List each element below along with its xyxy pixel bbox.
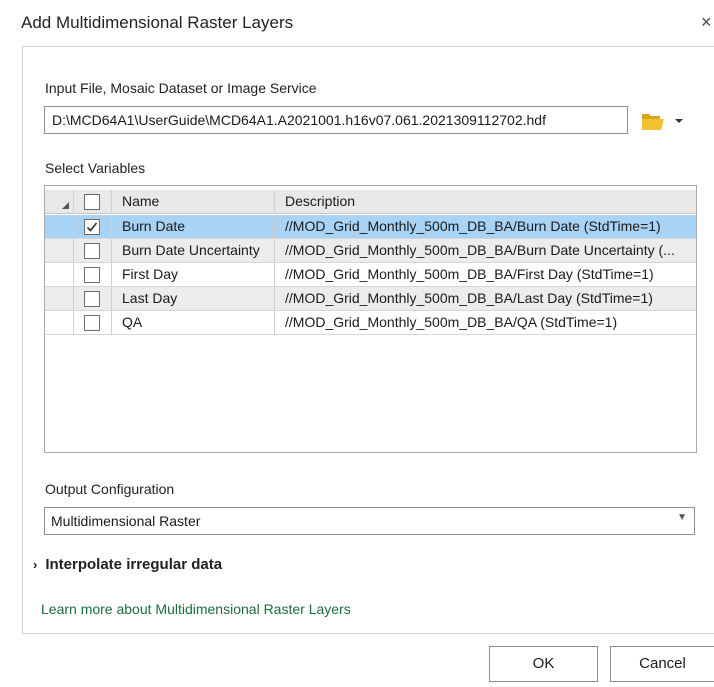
table-row[interactable]: QA //MOD_Grid_Monthly_500m_DB_BA/QA (StdT… xyxy=(45,311,696,335)
table-row[interactable]: First Day //MOD_Grid_Monthly_500m_DB_BA/F… xyxy=(45,263,696,287)
input-path-field[interactable]: D:\MCD64A1\UserGuide\MCD64A1.A2021001.h1… xyxy=(44,106,628,134)
grid-header-row: Name Description xyxy=(45,190,696,214)
sort-triangle-icon xyxy=(62,202,69,209)
interpolate-expander[interactable]: › Interpolate irregular data xyxy=(33,556,222,573)
dialog-title: Add Multidimensional Raster Layers xyxy=(21,13,294,32)
chevron-right-icon: › xyxy=(33,557,38,572)
row-selector[interactable] xyxy=(45,287,73,310)
interpolate-label: Interpolate irregular data xyxy=(45,556,223,573)
row-description: //MOD_Grid_Monthly_500m_DB_BA/Burn Date … xyxy=(285,218,661,234)
close-icon[interactable]: × xyxy=(701,12,712,33)
output-configuration-value: Multidimensional Raster xyxy=(51,513,201,529)
row-checkbox-cell xyxy=(73,215,112,238)
browse-button[interactable] xyxy=(640,110,684,132)
select-variables-label: Select Variables xyxy=(45,160,146,176)
row-selector[interactable] xyxy=(45,215,73,238)
row-checkbox[interactable] xyxy=(84,267,100,283)
row-name: Last Day xyxy=(112,287,275,310)
output-configuration-select[interactable]: Multidimensional Raster ▼ xyxy=(44,507,695,535)
title-bar: Add Multidimensional Raster Layers × xyxy=(0,0,714,46)
select-all-checkbox[interactable] xyxy=(84,194,100,210)
row-selector-header xyxy=(45,190,73,213)
table-row[interactable]: Burn Date Uncertainty //MOD_Grid_Monthly_… xyxy=(45,239,696,263)
ok-button[interactable]: OK xyxy=(489,646,598,682)
row-checkbox[interactable] xyxy=(84,219,100,235)
variables-grid: Name Description Burn Date //MOD_Grid_Mon… xyxy=(44,185,697,453)
row-checkbox-cell xyxy=(73,263,112,286)
row-name: QA xyxy=(112,311,275,334)
row-description: //MOD_Grid_Monthly_500m_DB_BA/QA (StdTim… xyxy=(285,314,618,330)
row-description: //MOD_Grid_Monthly_500m_DB_BA/Last Day (… xyxy=(285,290,653,306)
row-checkbox-cell xyxy=(73,287,112,310)
dialog-footer xyxy=(0,632,714,687)
row-selector[interactable] xyxy=(45,311,73,334)
row-checkbox-cell xyxy=(73,239,112,262)
row-checkbox[interactable] xyxy=(84,315,100,331)
column-header-description[interactable]: Description xyxy=(275,190,696,213)
table-row[interactable]: Burn Date //MOD_Grid_Monthly_500m_DB_BA/B… xyxy=(45,215,696,239)
column-header-name[interactable]: Name xyxy=(112,190,275,213)
caret-down-icon xyxy=(675,119,683,123)
row-description: //MOD_Grid_Monthly_500m_DB_BA/First Day … xyxy=(285,266,654,282)
row-selector[interactable] xyxy=(45,263,73,286)
output-configuration-label: Output Configuration xyxy=(45,481,175,497)
row-checkbox[interactable] xyxy=(84,291,100,307)
chevron-down-icon: ▼ xyxy=(677,512,687,523)
folder-open-icon xyxy=(642,114,683,130)
input-label: Input File, Mosaic Dataset or Image Serv… xyxy=(45,80,317,96)
table-row[interactable]: Last Day //MOD_Grid_Monthly_500m_DB_BA/La… xyxy=(45,287,696,311)
learn-more-link[interactable]: Learn more about Multidimensional Raster… xyxy=(41,601,351,617)
row-description: //MOD_Grid_Monthly_500m_DB_BA/Burn Date … xyxy=(285,242,675,258)
row-checkbox-cell xyxy=(73,311,112,334)
cancel-button[interactable]: Cancel xyxy=(610,646,714,682)
row-name: Burn Date xyxy=(112,215,275,238)
row-checkbox[interactable] xyxy=(84,243,100,259)
checkmark-icon xyxy=(86,222,98,232)
row-name: First Day xyxy=(112,263,275,286)
select-all-cell xyxy=(73,190,112,213)
row-selector[interactable] xyxy=(45,239,73,262)
row-name: Burn Date Uncertainty xyxy=(112,239,275,262)
